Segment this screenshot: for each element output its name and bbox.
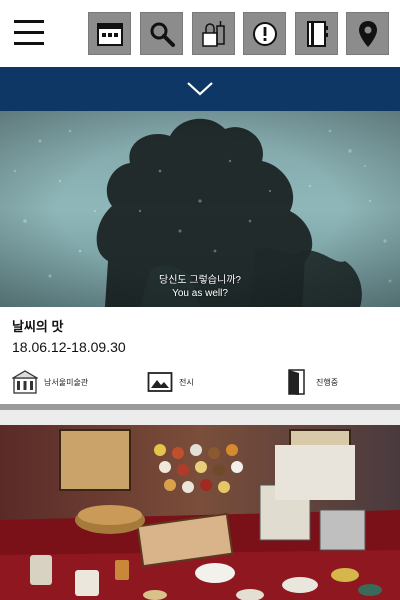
map-pin-icon[interactable] — [346, 12, 389, 55]
image-caption: 당신도 그렇습니까? You as well? — [159, 275, 241, 299]
event-status: 진행중 — [284, 369, 338, 395]
card-gap — [0, 410, 400, 425]
exhibition-dates: 18.06.12-18.09.30 — [12, 339, 126, 355]
exhibition-card[interactable]: 당신도 그렇습니까? You as well? 날씨의 맛 18.06.12-1… — [0, 111, 400, 410]
exhibition-image[interactable]: 당신도 그렇습니까? You as well? — [0, 111, 400, 307]
event-type-label: 전시 — [179, 377, 194, 387]
notebook-icon[interactable] — [295, 12, 338, 55]
hamburger-menu-icon[interactable] — [14, 16, 44, 48]
exhibition-picture-icon — [147, 369, 173, 395]
expand-bar[interactable] — [0, 67, 400, 111]
door-icon — [284, 369, 310, 395]
search-icon[interactable] — [140, 12, 183, 55]
museum-building-icon — [12, 369, 38, 395]
event-status-label: 진행중 — [316, 377, 339, 387]
event-type: 전시 — [147, 369, 194, 395]
chevron-down-icon — [187, 82, 213, 96]
exhibition-image[interactable] — [0, 425, 400, 600]
venue-label: 남서울미술관 — [44, 377, 89, 387]
card-info: 날씨의 맛 18.06.12-18.09.30 남서울미술관 전시 진행중 — [0, 307, 400, 410]
lock-key-icon[interactable] — [192, 12, 235, 55]
venue: 남서울미술관 — [12, 369, 88, 395]
alert-icon[interactable] — [243, 12, 286, 55]
calendar-icon[interactable] — [88, 12, 131, 55]
exhibition-title[interactable]: 날씨의 맛 — [12, 316, 63, 335]
exhibition-card[interactable] — [0, 425, 400, 600]
top-header — [0, 0, 400, 67]
